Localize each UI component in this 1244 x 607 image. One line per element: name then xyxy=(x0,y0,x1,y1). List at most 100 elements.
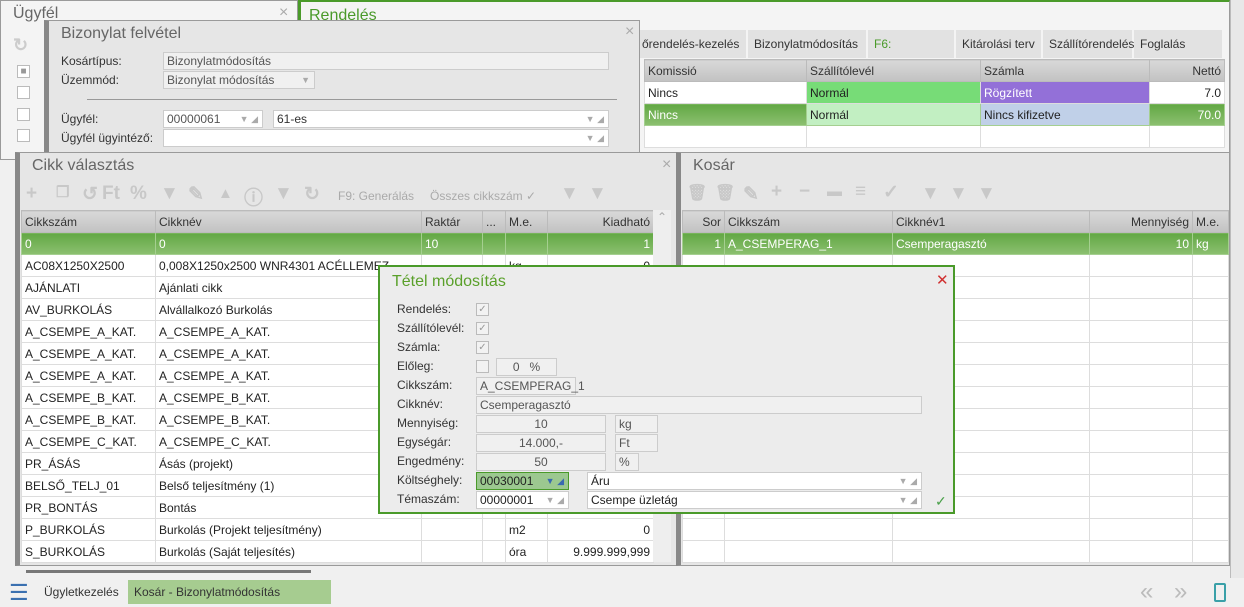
add-icon[interactable]: + xyxy=(771,181,782,203)
column-header[interactable]: Cikknév1 xyxy=(892,210,1090,233)
row-checkbox[interactable] xyxy=(17,108,30,121)
calculator-icon[interactable] xyxy=(1214,583,1226,602)
table-row[interactable]: 0 0 10 1 xyxy=(21,232,654,255)
filter-icon[interactable]: ▼ xyxy=(274,183,293,205)
taskbar-item-ugyletkezeles[interactable]: Ügyletkezelés xyxy=(38,580,125,604)
percent-icon[interactable]: % xyxy=(130,183,147,205)
vertical-scrollbar[interactable] xyxy=(1230,0,1244,578)
column-header[interactable]: Sor xyxy=(682,210,725,233)
table-cell: 70.0 xyxy=(1149,103,1225,126)
egysegar-field[interactable]: 14.000,- xyxy=(476,434,606,452)
column-header[interactable]: Cikkszám xyxy=(724,210,893,233)
ugyfel-code-select[interactable]: 00000061 ▼ ◢ xyxy=(163,110,263,128)
column-header[interactable]: Kiadható xyxy=(547,210,654,233)
confirm-button[interactable]: ✓ xyxy=(935,493,947,510)
column-header[interactable]: M.e. xyxy=(1192,210,1229,233)
refresh-icon[interactable]: ↻ xyxy=(13,35,28,56)
remove-icon[interactable]: − xyxy=(799,181,810,203)
table-cell: 0 xyxy=(547,518,654,541)
table-cell xyxy=(1192,452,1229,475)
delete-all-icon[interactable]: 🗑 xyxy=(715,183,735,203)
rendeles-checkbox[interactable]: ✓ xyxy=(476,303,489,316)
column-header[interactable]: Szállítólevél xyxy=(806,59,981,82)
edit-icon[interactable]: ✎ xyxy=(743,183,759,206)
temaszam-label: Témaszám: xyxy=(397,492,460,506)
table-cell xyxy=(892,518,1090,541)
column-header[interactable]: Cikkszám xyxy=(21,210,156,233)
menu-icon[interactable]: ☰ xyxy=(9,581,29,605)
tab-3[interactable]: Kitárolási terv xyxy=(956,30,1041,58)
ugyfel-name-select[interactable]: 61-es ▼ ◢ xyxy=(273,110,609,128)
szallitolevel-checkbox[interactable]: ✓ xyxy=(476,322,489,335)
mennyiseg-field[interactable]: 10 xyxy=(476,415,606,433)
column-header[interactable]: Számla xyxy=(980,59,1150,82)
column-header[interactable]: M.e. xyxy=(505,210,548,233)
column-header[interactable]: Nettó xyxy=(1149,59,1225,82)
next-icon[interactable]: » xyxy=(1174,578,1187,606)
tab-2[interactable]: F6: Műveletek xyxy=(868,30,954,79)
ugyintezo-select[interactable]: ▼ ◢ xyxy=(163,129,609,147)
column-header[interactable]: Komissió xyxy=(644,59,807,82)
filter-add-icon[interactable]: ▼ xyxy=(977,183,996,205)
currency-icon[interactable]: Ft xyxy=(102,183,120,205)
tab-1[interactable]: Bizonylatmódosítás xyxy=(748,30,866,58)
column-header[interactable]: ... xyxy=(482,210,506,233)
prev-icon[interactable]: « xyxy=(1140,578,1153,606)
filter-column-icon[interactable]: ▼ xyxy=(560,183,579,205)
close-icon[interactable]: × xyxy=(662,156,671,174)
column-header[interactable]: Mennyiség xyxy=(1089,210,1193,233)
table-row[interactable]: P_BURKOLÁS Burkolás (Projekt teljesítmény… xyxy=(21,518,654,541)
generalas-button[interactable]: F9: Generálás xyxy=(338,189,414,203)
uzemmod-select[interactable]: Bizonylat módosítás ▼ xyxy=(163,71,315,89)
close-icon[interactable]: × xyxy=(625,23,634,41)
list-icon[interactable]: ≡ xyxy=(855,181,866,203)
table-row[interactable]: 1 A_CSEMPERAG_1 Csemperagasztó 10 kg xyxy=(682,232,1229,255)
add-icon[interactable]: + xyxy=(26,183,37,205)
clear-filter-icon[interactable]: ▼ xyxy=(949,183,968,205)
row-checkbox[interactable] xyxy=(17,129,30,142)
table-cell xyxy=(1192,342,1229,365)
info-icon[interactable]: ⓘ xyxy=(244,183,263,210)
column-header[interactable]: Raktár xyxy=(421,210,483,233)
copy-icon[interactable]: ❐ xyxy=(56,183,69,201)
check-icon[interactable]: ✓ xyxy=(883,181,899,204)
clear-filter-icon[interactable]: ▼ xyxy=(588,183,607,205)
koltseghely-name-select[interactable]: Áru ▼ ◢ xyxy=(587,472,922,490)
table-cell: 1 xyxy=(547,232,654,255)
table-row[interactable]: S_BURKOLÁS Burkolás (Saját teljesítés) óra… xyxy=(21,540,654,563)
undo-icon[interactable]: ↺ xyxy=(82,183,98,206)
select-all-checkbox[interactable]: ■ xyxy=(17,65,30,78)
table-row[interactable]: Nincs Normál Rögzített 7.0 xyxy=(644,81,1225,104)
table-row[interactable]: Nincs Normál Nincs kifizetve 70.0 xyxy=(644,103,1225,126)
koltseghely-code-select[interactable]: 00030001 ▼ ◢ xyxy=(476,472,569,490)
delete-icon[interactable]: 🗑 xyxy=(687,183,707,203)
eloleg-checkbox[interactable] xyxy=(476,360,489,373)
column-header[interactable]: Cikknév xyxy=(155,210,422,233)
tab-5[interactable]: Foglalás xyxy=(1134,30,1222,58)
triangle-up-icon[interactable]: ▲ xyxy=(218,185,233,202)
temaszam-code-select[interactable]: 00000001 ▼ ◢ xyxy=(476,491,569,509)
refresh-icon[interactable]: ↻ xyxy=(304,183,320,206)
mennyiseg-unit: kg xyxy=(615,415,658,433)
close-icon[interactable]: ✕ xyxy=(936,271,949,289)
tab-0[interactable]: őrendelés-kezelés xyxy=(636,30,746,58)
eloleg-label: Előleg: xyxy=(397,359,434,373)
table-cell xyxy=(1089,474,1193,497)
table-cell: Nincs xyxy=(644,81,807,104)
filter-column-icon[interactable]: ▼ xyxy=(160,183,179,205)
filter-column-icon[interactable]: ▼ xyxy=(921,183,940,205)
table-cell xyxy=(1089,452,1193,475)
szamla-checkbox[interactable]: ✓ xyxy=(476,341,489,354)
eraser-icon[interactable]: ✎ xyxy=(188,183,204,206)
message-icon[interactable]: ▬ xyxy=(827,183,842,200)
engedmeny-field[interactable]: 50 xyxy=(476,453,606,471)
row-checkbox[interactable] xyxy=(17,86,30,99)
osszes-cikkszam-toggle[interactable]: Összes cikkszám ✓ xyxy=(430,189,536,203)
temaszam-name-select[interactable]: Csempe üzletág ▼ ◢ xyxy=(587,491,922,509)
eloleg-field[interactable]: 0 % xyxy=(496,358,557,376)
tab-4[interactable]: Szállítórendelés (K) xyxy=(1043,30,1134,79)
horizontal-scrollbar[interactable] xyxy=(26,570,311,573)
empty-row xyxy=(644,125,1225,148)
table-cell: A_CSEMPE_A_KAT. xyxy=(21,364,156,387)
taskbar-item-kosar[interactable]: Kosár - Bizonylatmódosítás xyxy=(128,580,331,604)
